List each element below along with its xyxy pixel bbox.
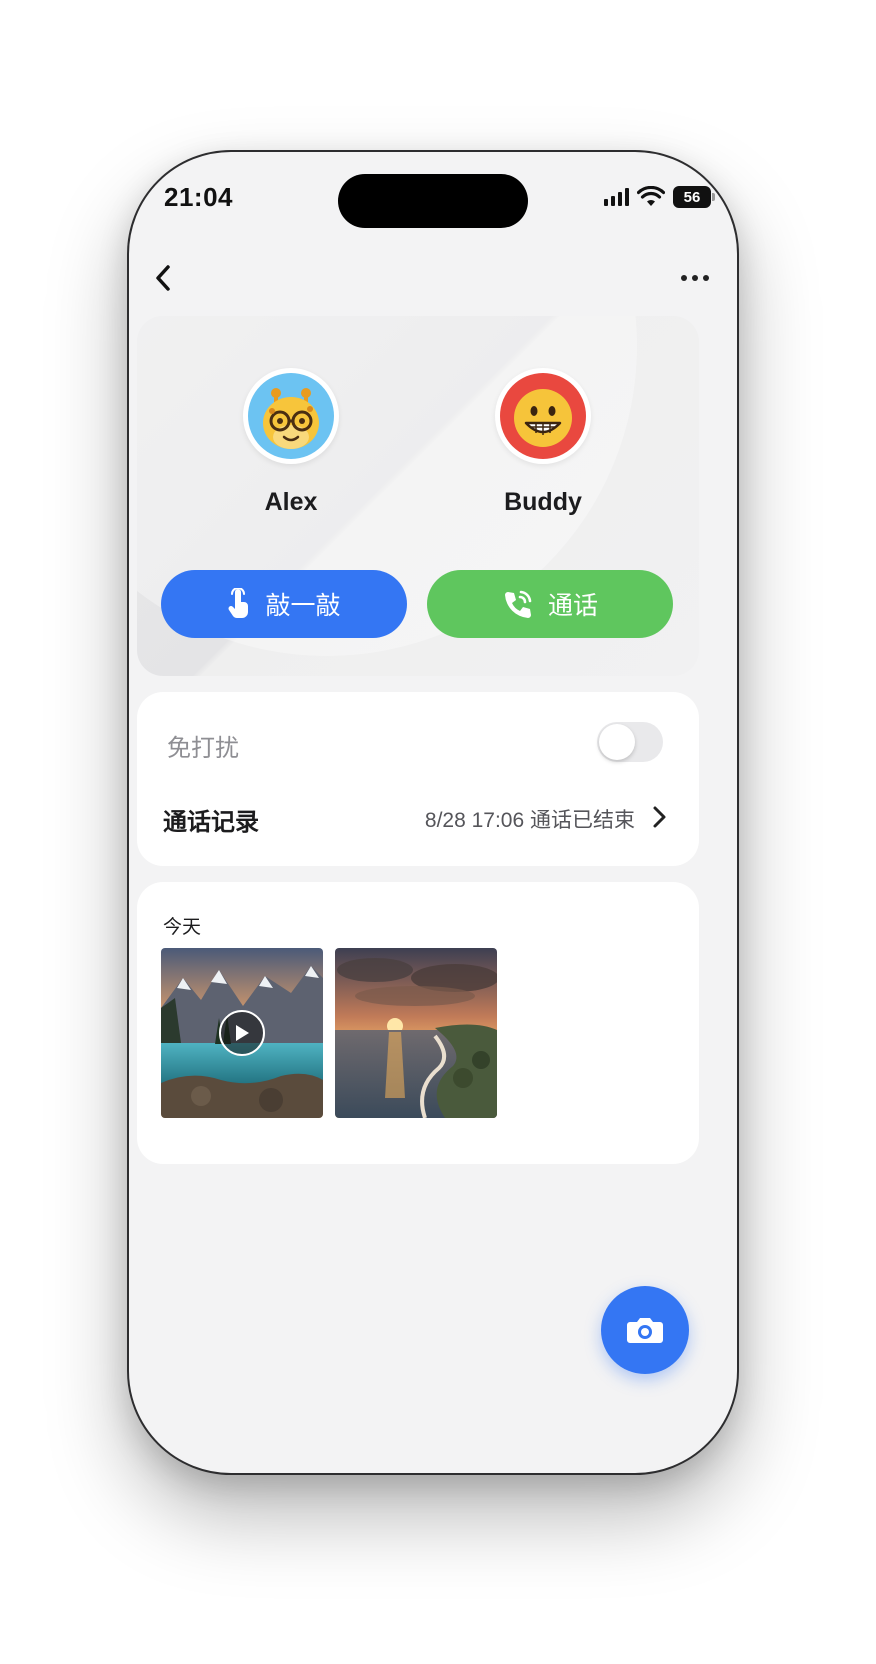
status-icons: 56 <box>604 186 715 208</box>
avatar[interactable] <box>243 368 339 464</box>
status-bar: 21:04 56 <box>129 152 737 242</box>
giraffe-avatar-icon <box>248 373 334 459</box>
sunset-coast-image <box>335 948 497 1118</box>
do-not-disturb-toggle[interactable] <box>597 722 663 762</box>
media-card: 今天 <box>137 882 699 1164</box>
media-thumbnail-video[interactable] <box>161 948 323 1118</box>
battery-icon: 56 <box>673 186 715 208</box>
more-dot <box>681 275 687 281</box>
avatar[interactable] <box>495 368 591 464</box>
contact-hero-card: Alex Buddy 敲一敲 通话 <box>137 316 699 676</box>
back-button[interactable] <box>143 258 183 298</box>
profile-name: Alex <box>264 488 318 516</box>
tap-button-label: 敲一敲 <box>265 592 341 620</box>
call-button-label: 通话 <box>547 592 598 620</box>
nav-bar <box>129 252 737 312</box>
screen-background: 21:04 56 Alex Buddy 敲一敲 通话 免打扰 通话记录 8/28… <box>0 0 876 1664</box>
chevron-right-icon <box>653 806 666 828</box>
toggle-knob <box>599 724 635 760</box>
wifi-icon <box>637 186 665 206</box>
camera-icon <box>627 1318 663 1343</box>
profile-buddy: Buddy <box>443 368 643 517</box>
phone-frame: 21:04 56 Alex Buddy 敲一敲 通话 免打扰 通话记录 8/28… <box>127 150 739 1475</box>
play-button[interactable] <box>219 1010 265 1056</box>
call-log-value: 8/28 17:06 通话已结束 <box>424 809 635 832</box>
chevron-left-icon <box>156 265 170 291</box>
do-not-disturb-label: 免打扰 <box>167 735 239 762</box>
call-log-row[interactable]: 通话记录 8/28 17:06 通话已结束 <box>137 788 699 848</box>
battery-level: 56 <box>683 188 701 206</box>
tap-button[interactable]: 敲一敲 <box>161 570 407 638</box>
more-dot <box>703 275 709 281</box>
more-button[interactable] <box>673 258 717 298</box>
dynamic-island <box>338 174 528 228</box>
camera-button[interactable] <box>601 1286 689 1374</box>
media-thumbnail-photo[interactable] <box>335 948 497 1118</box>
phone-ringing-icon <box>504 590 532 618</box>
status-time: 21:04 <box>164 182 233 212</box>
more-dot <box>692 275 698 281</box>
finger-tap-icon <box>228 588 249 618</box>
media-day-label: 今天 <box>163 917 202 938</box>
play-icon <box>236 1025 249 1041</box>
signal-icon <box>604 188 629 206</box>
settings-card: 免打扰 通话记录 8/28 17:06 通话已结束 <box>137 692 699 866</box>
call-log-label: 通话记录 <box>163 809 259 836</box>
profile-alex: Alex <box>191 368 391 517</box>
call-button[interactable]: 通话 <box>427 570 673 638</box>
grinning-face-avatar-icon <box>500 373 586 459</box>
profile-name: Buddy <box>504 488 582 516</box>
